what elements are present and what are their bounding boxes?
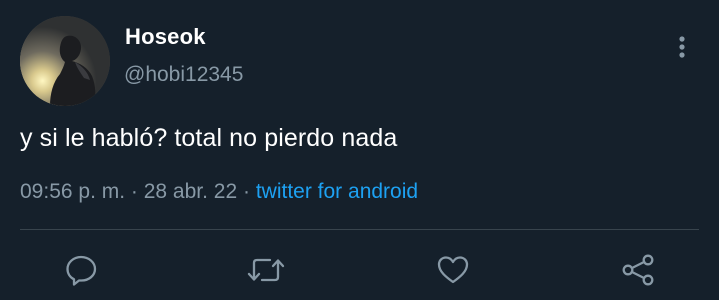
share-icon <box>622 254 654 286</box>
divider <box>20 229 699 230</box>
tweet-date: 28 abr. 22 <box>143 180 238 203</box>
like-button[interactable] <box>435 252 471 288</box>
avatar-image <box>20 16 110 106</box>
tweet-card: Hoseok @hobi12345 y si le habló? total n… <box>0 0 719 300</box>
tweet-source-link[interactable]: twitter for android <box>256 180 418 203</box>
tweet-meta: 09:56 p. m. · 28 abr. 22 · twitter for a… <box>20 180 418 204</box>
meta-separator: · <box>125 180 144 203</box>
retweet-button[interactable] <box>246 252 285 288</box>
reply-icon <box>66 255 97 286</box>
user-handle[interactable]: @hobi12345 <box>124 63 243 87</box>
retweet-icon <box>247 258 285 282</box>
share-button[interactable] <box>620 252 656 288</box>
heart-icon <box>437 256 469 284</box>
tweet-text: y si le habló? total no pierdo nada <box>20 124 398 152</box>
avatar[interactable] <box>20 16 110 106</box>
reply-button[interactable] <box>64 252 100 288</box>
tweet-time: 09:56 p. m. <box>20 180 126 203</box>
more-vertical-icon[interactable] <box>674 34 690 62</box>
display-name[interactable]: Hoseok <box>125 24 206 50</box>
meta-separator: · <box>237 180 256 203</box>
